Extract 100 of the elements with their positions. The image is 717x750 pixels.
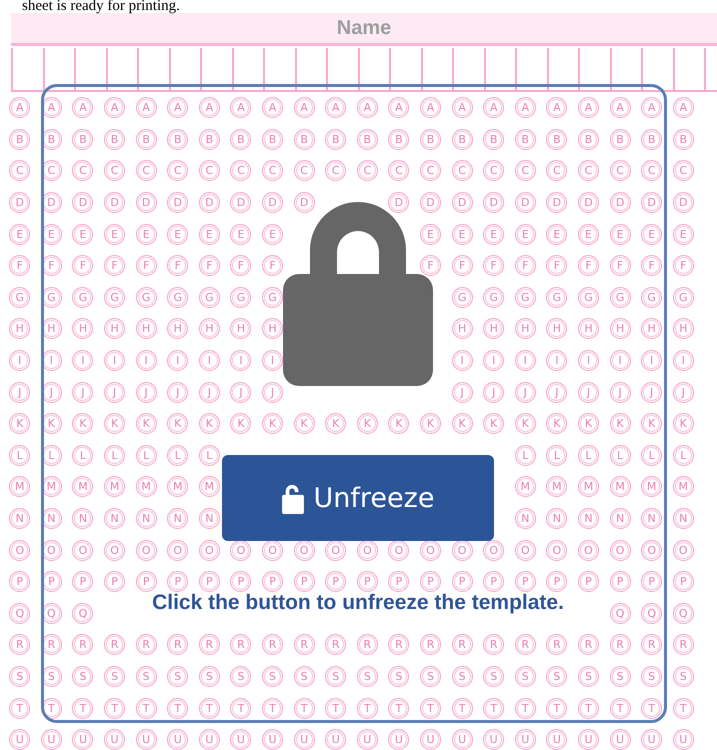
answer-bubble: T: [514, 698, 536, 719]
answer-bubble: F: [546, 255, 568, 276]
answer-bubble: B: [9, 128, 30, 150]
answer-bubble: I: [230, 350, 252, 372]
answer-bubble: S: [136, 666, 157, 687]
answer-bubble: C: [641, 160, 662, 182]
answer-bubble: D: [546, 192, 568, 214]
unfreeze-button[interactable]: Unfreeze: [222, 455, 494, 541]
answer-bubble: T: [672, 698, 694, 719]
answer-bubble: O: [104, 540, 126, 561]
answer-bubble: T: [262, 698, 284, 719]
answer-bubble: E: [9, 224, 30, 245]
answer-bubble: L: [72, 444, 94, 466]
answer-bubble: T: [452, 698, 473, 719]
answer-bubble: K: [104, 413, 126, 434]
answer-bubble: C: [230, 160, 252, 182]
answer-bubble: N: [578, 508, 599, 530]
answer-bubble: L: [641, 444, 662, 466]
answer-bubble: J: [198, 382, 220, 403]
answer-bubble: U: [325, 729, 346, 750]
answer-bubble: A: [546, 97, 568, 118]
answer-bubble: C: [452, 160, 473, 182]
answer-bubble: U: [641, 729, 662, 750]
letter-box: [294, 48, 326, 92]
answer-bubble: H: [610, 318, 631, 340]
answer-bubble: H: [483, 318, 504, 340]
letter-box: [263, 48, 294, 92]
answer-bubble: D: [452, 192, 473, 214]
answer-bubble: K: [167, 413, 188, 434]
answer-bubble: C: [578, 160, 599, 182]
letter-box: [168, 48, 200, 92]
answer-bubble: J: [72, 382, 94, 403]
answer-bubble: M: [198, 476, 220, 498]
answer-bubble: D: [104, 192, 126, 214]
answer-bubble: P: [167, 571, 188, 592]
answer-bubble: E: [136, 224, 157, 245]
answer-bubble: O: [294, 540, 315, 561]
answer-bubble: D: [578, 192, 599, 214]
answer-bubble: E: [262, 224, 284, 245]
answer-bubble: Q: [641, 602, 662, 624]
answer-bubble: F: [167, 255, 188, 276]
answer-bubble: O: [578, 540, 599, 561]
answer-bubble: J: [136, 382, 157, 403]
answer-bubble: U: [40, 729, 62, 750]
answer-bubble: M: [546, 476, 568, 498]
answer-bubble: C: [167, 160, 188, 182]
answer-bubble: N: [672, 508, 694, 530]
answer-bubble: R: [388, 634, 410, 656]
answer-bubble: A: [294, 97, 315, 118]
answer-bubble: G: [9, 286, 30, 308]
answer-bubble: R: [325, 634, 346, 656]
answer-bubble: G: [452, 286, 473, 308]
answer-bubble: U: [198, 729, 220, 750]
answer-bubble: E: [641, 224, 662, 245]
answer-bubble: P: [230, 571, 252, 592]
answer-bubble: P: [610, 571, 631, 592]
answer-bubble: U: [262, 729, 284, 750]
answer-bubble: T: [104, 698, 126, 719]
answer-bubble: S: [9, 666, 30, 687]
answer-bubble: O: [672, 540, 694, 561]
answer-bubble: S: [325, 666, 346, 687]
answer-bubble: P: [546, 571, 568, 592]
answer-bubble: A: [104, 97, 126, 118]
answer-bubble: J: [262, 382, 284, 403]
answer-bubble: E: [198, 224, 220, 245]
answer-bubble: S: [72, 666, 94, 687]
answer-bubble: S: [356, 666, 378, 687]
answer-bubble: C: [136, 160, 157, 182]
answer-bubble: J: [546, 382, 568, 403]
answer-bubble: A: [198, 97, 220, 118]
answer-bubble: R: [546, 634, 568, 656]
answer-bubble: C: [294, 160, 315, 182]
answer-bubble: P: [514, 571, 536, 592]
answer-bubble: P: [325, 571, 346, 592]
answer-bubble: K: [514, 413, 536, 434]
answer-bubble: I: [483, 350, 504, 372]
answer-bubble: P: [136, 571, 157, 592]
answer-bubble: N: [514, 508, 536, 530]
answer-bubble: B: [356, 128, 378, 150]
answer-bubble: J: [514, 382, 536, 403]
answer-bubble: S: [610, 666, 631, 687]
answer-bubble: D: [9, 192, 30, 214]
answer-bubble: K: [356, 413, 378, 434]
answer-bubble: R: [294, 634, 315, 656]
answer-bubble: H: [546, 318, 568, 340]
answer-bubble: E: [610, 224, 631, 245]
answer-bubble: K: [230, 413, 252, 434]
answer-bubble: B: [325, 128, 346, 150]
answer-bubble: H: [452, 318, 473, 340]
answer-bubble: I: [578, 350, 599, 372]
letter-box: [610, 48, 641, 92]
answer-bubble: R: [167, 634, 188, 656]
answer-bubble: U: [72, 729, 94, 750]
answer-bubble: B: [672, 128, 694, 150]
answer-bubble: G: [578, 286, 599, 308]
answer-bubble: N: [9, 508, 30, 530]
answer-bubble: P: [356, 571, 378, 592]
answer-bubble: P: [672, 571, 694, 592]
answer-bubble: R: [136, 634, 157, 656]
answer-bubble: F: [483, 255, 504, 276]
